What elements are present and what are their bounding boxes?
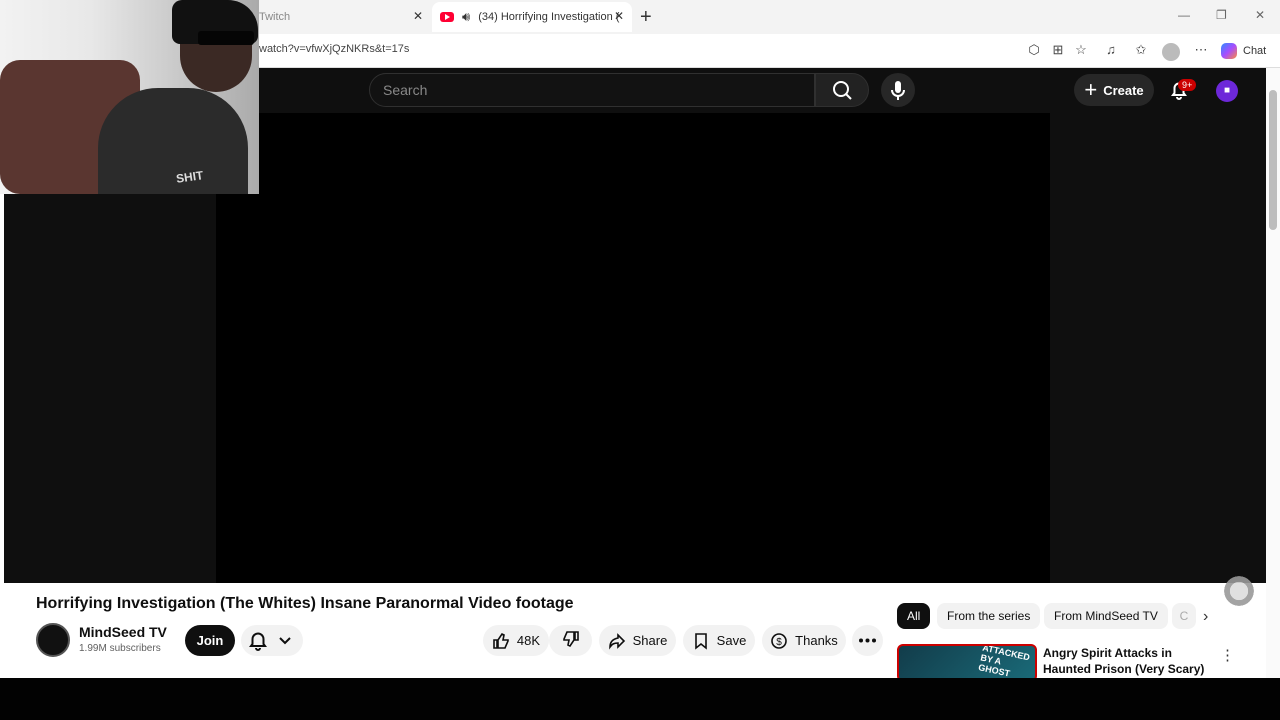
svg-text:$: $ — [776, 637, 782, 648]
more-icon — [859, 638, 876, 643]
thanks-dollar-icon: $ — [770, 632, 788, 650]
share-icon — [608, 632, 626, 650]
more-icon[interactable]: ⋯ — [1193, 42, 1209, 58]
chip-all[interactable]: All — [897, 603, 931, 629]
bell-icon — [249, 632, 291, 651]
search-icon — [833, 81, 852, 100]
save-label: Save — [716, 633, 747, 648]
like-button[interactable]: 48K — [483, 625, 549, 656]
more-vertical-icon[interactable]: ⋮ — [1220, 646, 1235, 664]
speaker-icon[interactable]: 🔊︎ — [462, 9, 470, 25]
join-button[interactable]: Join — [185, 625, 235, 656]
profile-avatar[interactable] — [1162, 43, 1180, 61]
recommendation-thumbnail[interactable]: ATTACKED BY A GHOST — [897, 644, 1037, 682]
minimize-icon[interactable]: — — [1178, 8, 1190, 22]
thanks-label: Thanks — [795, 633, 838, 648]
plus-icon: + — [1084, 77, 1098, 102]
chat-button[interactable]: Chat — [1221, 41, 1266, 61]
video-player[interactable] — [216, 113, 1050, 583]
share-label: Share — [632, 633, 668, 648]
voice-search-button[interactable] — [881, 73, 915, 107]
thumbs-down-icon — [562, 630, 580, 651]
chevron-right-icon[interactable]: › — [1203, 608, 1208, 626]
close-tab-icon[interactable]: ✕ — [614, 9, 624, 23]
webcam-overlay: SHIT — [0, 0, 259, 194]
create-label: Create — [1103, 82, 1144, 98]
subscriber-count: 1.99M subscribers — [79, 643, 161, 654]
person-body-image — [98, 88, 248, 194]
apps-icon[interactable]: ⊞ — [1050, 42, 1066, 58]
like-count: 48K — [516, 633, 541, 648]
search-button[interactable] — [815, 73, 869, 107]
more-actions-button[interactable] — [852, 625, 883, 656]
sunglasses-image — [198, 31, 254, 45]
channel-name[interactable]: MindSeed TV — [79, 624, 167, 640]
share-button[interactable]: Share — [599, 625, 676, 656]
tab-label: (34) Horrifying Investigation ( — [478, 11, 620, 23]
save-button[interactable]: Save — [683, 625, 755, 656]
url-field[interactable]: watch?v=vfwXjQzNKRs&t=17s — [259, 43, 409, 55]
create-button[interactable]: + Create — [1074, 74, 1154, 106]
thanks-button[interactable]: $ Thanks — [762, 625, 846, 656]
chat-label: Chat — [1243, 45, 1267, 57]
subscription-bell-button[interactable] — [241, 625, 303, 656]
account-avatar[interactable]: ■ — [1216, 80, 1238, 102]
youtube-favicon-icon — [440, 12, 454, 22]
scroll-thumb[interactable] — [1269, 90, 1277, 230]
taskbar-area — [0, 678, 1280, 720]
translate-icon[interactable]: ⬡ — [1026, 42, 1042, 58]
new-tab-icon[interactable]: + — [640, 6, 652, 29]
favorite-star-icon[interactable]: ☆ — [1073, 42, 1089, 58]
copilot-icon — [1221, 43, 1237, 59]
extensions-icon[interactable]: ♫ — [1103, 42, 1119, 58]
close-window-icon[interactable]: ✕ — [1255, 8, 1265, 22]
chip-from-channel[interactable]: From MindSeed TV — [1044, 603, 1168, 629]
video-title: Horrifying Investigation (The Whites) In… — [36, 595, 574, 612]
notification-count-badge: 9+ — [1178, 79, 1197, 91]
chip-from-series[interactable]: From the series — [937, 603, 1041, 629]
tab-twitch[interactable]: Twitch ✕ — [259, 2, 431, 32]
bookmark-icon — [692, 632, 710, 650]
thumbs-up-icon — [492, 632, 510, 650]
channel-avatar[interactable] — [36, 623, 70, 657]
scrollbar[interactable] — [1266, 68, 1280, 678]
tab-youtube[interactable]: 🔊︎ (34) Horrifying Investigation ( ✕ — [432, 2, 632, 32]
channel-watermark-icon[interactable] — [1223, 575, 1255, 607]
dislike-button[interactable] — [549, 625, 592, 656]
search-input[interactable]: Search — [369, 73, 815, 107]
close-tab-icon[interactable]: ✕ — [413, 9, 423, 23]
restore-icon[interactable]: ❐ — [1216, 8, 1227, 22]
microphone-icon — [891, 81, 905, 100]
screen: Twitch ✕ 🔊︎ (34) Horrifying Investigatio… — [0, 0, 1280, 720]
tab-label: Twitch — [259, 11, 291, 23]
chip-more[interactable]: C — [1172, 603, 1196, 629]
thumbnail-text: ATTACKED BY A GHOST — [977, 644, 1031, 679]
favorites-icon[interactable]: ✩ — [1133, 42, 1149, 58]
